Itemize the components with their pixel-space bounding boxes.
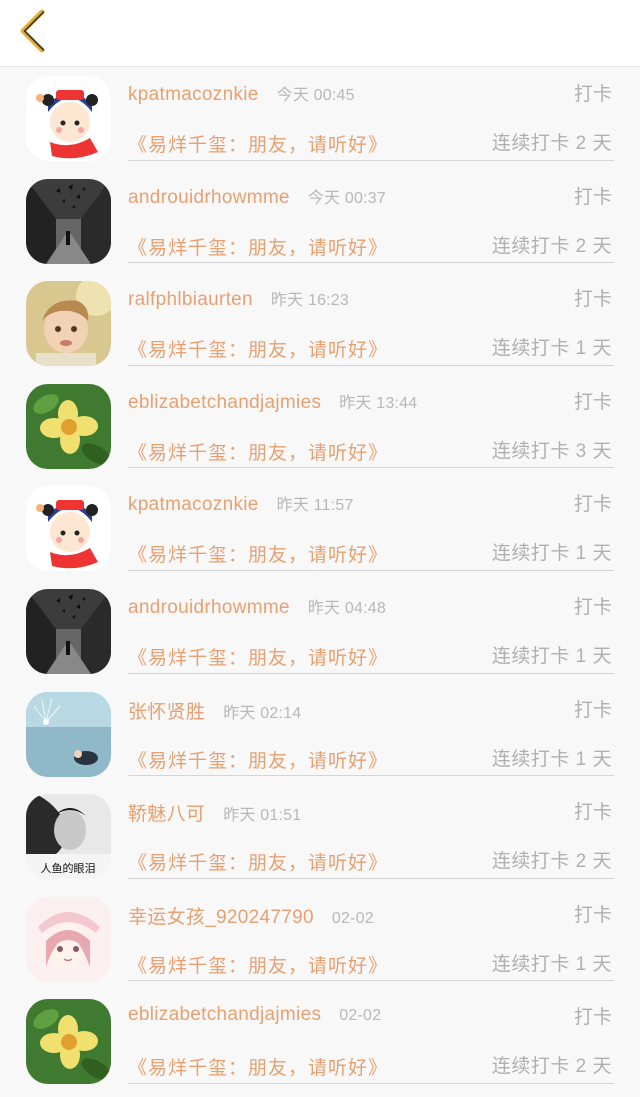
- nav-bar: [0, 0, 640, 67]
- list-item[interactable]: 人鱼的眼泪 鞒魅八可 昨天 01:51 打卡 《易烊千玺：朋友，请听好》 连续打卡…: [0, 785, 640, 888]
- user-name-text: 张怀贤胜: [128, 701, 206, 723]
- row-divider: [128, 159, 614, 161]
- streak-label: 连续打卡 1 天: [491, 953, 612, 975]
- row-divider: [128, 1082, 614, 1084]
- avatar[interactable]: [26, 76, 111, 161]
- checkin-time: 昨天 13:44: [339, 394, 418, 412]
- checkin-time: 02-02: [331, 909, 374, 927]
- streak-label: 连续打卡 2 天: [491, 1056, 612, 1078]
- avatar[interactable]: [26, 999, 111, 1085]
- checkin-button[interactable]: 打卡: [574, 182, 612, 209]
- row-divider: [128, 980, 614, 982]
- checkin-button[interactable]: 打卡: [574, 797, 612, 824]
- user-name-text: 鞒魅八可: [128, 804, 206, 826]
- user-name[interactable]: kpatmacoznkie 今天 00:45: [128, 81, 355, 106]
- list-item[interactable]: kpatmacoznkie 昨天 11:57 打卡 《易烊千玺：朋友，请听好》 连…: [0, 477, 640, 580]
- streak-label: 连续打卡 1 天: [491, 338, 612, 360]
- avatar[interactable]: [26, 896, 111, 982]
- checkin-time: 昨天 04:48: [307, 599, 386, 617]
- row-divider: [128, 364, 614, 366]
- streak-label: 连续打卡 2 天: [491, 851, 612, 873]
- user-name-text: 幸运女孩_920247790: [128, 906, 314, 928]
- avatar[interactable]: [26, 383, 111, 469]
- checkin-button[interactable]: 打卡: [574, 387, 612, 414]
- checkin-button[interactable]: 打卡: [574, 79, 612, 106]
- checkin-button[interactable]: 打卡: [574, 900, 612, 927]
- user-name-text: eblizabetchandjajmies: [128, 1004, 322, 1026]
- user-name-text: androuidrhowmme: [128, 186, 290, 208]
- checkin-list: kpatmacoznkie 今天 00:45 打卡 《易烊千玺：朋友，请听好》 连…: [0, 67, 640, 1093]
- checkin-time: 昨天 16:23: [270, 292, 350, 310]
- checkin-button[interactable]: 打卡: [574, 284, 612, 311]
- streak-label: 连续打卡 1 天: [491, 748, 612, 770]
- streak-label: 连续打卡 2 天: [491, 235, 612, 257]
- checkin-time: 昨天 01:51: [223, 807, 302, 825]
- back-button[interactable]: [10, 4, 58, 56]
- row-divider: [128, 877, 614, 879]
- book-title[interactable]: 《易烊千玺：朋友，请听好》: [128, 746, 388, 773]
- avatar[interactable]: 人鱼的眼泪: [26, 794, 111, 880]
- user-name[interactable]: 张怀贤胜 昨天 02:14: [128, 697, 301, 724]
- list-item[interactable]: androuidrhowmme 昨天 04:48 打卡 《易烊千玺：朋友，请听好》…: [0, 580, 640, 683]
- streak-label: 连续打卡 2 天: [491, 133, 612, 154]
- streak-label: 连续打卡 3 天: [491, 440, 612, 462]
- avatar[interactable]: [26, 178, 111, 264]
- list-item[interactable]: 幸运女孩_920247790 02-02 打卡 《易烊千玺：朋友，请听好》 连续打…: [0, 888, 640, 991]
- user-name-text: kpatmacoznkie: [128, 84, 259, 105]
- user-name-text: eblizabetchandjajmies: [128, 391, 322, 413]
- list-item[interactable]: kpatmacoznkie 今天 00:45 打卡 《易烊千玺：朋友，请听好》 连…: [0, 67, 640, 170]
- list-item[interactable]: ralfphlbiaurten 昨天 16:23 打卡 《易烊千玺：朋友，请听好》…: [0, 272, 640, 375]
- book-title[interactable]: 《易烊千玺：朋友，请听好》: [128, 540, 388, 567]
- book-title[interactable]: 《易烊千玺：朋友，请听好》: [128, 233, 388, 260]
- user-name[interactable]: eblizabetchandjajmies 昨天 13:44: [128, 389, 417, 414]
- book-title[interactable]: 《易烊千玺：朋友，请听好》: [128, 1053, 388, 1080]
- list-item[interactable]: 张怀贤胜 昨天 02:14 打卡 《易烊千玺：朋友，请听好》 连续打卡 1 天: [0, 683, 640, 786]
- checkin-time: 今天 00:45: [276, 87, 355, 104]
- user-name[interactable]: kpatmacoznkie 昨天 11:57: [128, 491, 354, 516]
- user-name[interactable]: ralfphlbiaurten 昨天 16:23: [128, 286, 349, 311]
- avatar[interactable]: [26, 691, 111, 777]
- user-name[interactable]: eblizabetchandjajmies 02-02: [128, 1004, 381, 1026]
- avatar[interactable]: [26, 588, 111, 674]
- checkin-button[interactable]: 打卡: [574, 592, 612, 619]
- checkin-button[interactable]: 打卡: [574, 489, 612, 516]
- user-name-text: ralfphlbiaurten: [128, 289, 253, 311]
- row-divider: [128, 775, 614, 777]
- book-title[interactable]: 《易烊千玺：朋友，请听好》: [128, 335, 388, 362]
- user-name[interactable]: 幸运女孩_920247790 02-02: [128, 902, 374, 929]
- row-divider: [128, 262, 614, 264]
- checkin-button[interactable]: 打卡: [574, 1002, 612, 1029]
- user-name[interactable]: androuidrhowmme 昨天 04:48: [128, 594, 386, 619]
- checkin-time: 昨天 11:57: [276, 497, 354, 515]
- list-item[interactable]: androuidrhowmme 今天 00:37 打卡 《易烊千玺：朋友，请听好》…: [0, 170, 640, 273]
- avatar-caption: 人鱼的眼泪: [41, 861, 96, 875]
- row-divider: [128, 569, 614, 571]
- list-item[interactable]: eblizabetchandjajmies 昨天 13:44 打卡 《易烊千玺：朋…: [0, 375, 640, 478]
- checkin-button[interactable]: 打卡: [574, 695, 612, 722]
- book-title[interactable]: 《易烊千玺：朋友，请听好》: [128, 951, 388, 978]
- user-name-text: kpatmacoznkie: [128, 494, 259, 516]
- checkin-time: 今天 00:37: [307, 189, 386, 207]
- book-title[interactable]: 《易烊千玺：朋友，请听好》: [128, 848, 388, 875]
- chevron-left-icon: [20, 9, 45, 53]
- user-name[interactable]: 鞒魅八可 昨天 01:51: [128, 799, 301, 826]
- checkin-time: 02-02: [339, 1007, 382, 1025]
- checkin-time: 昨天 02:14: [223, 704, 302, 722]
- list-item[interactable]: eblizabetchandjajmies 02-02 打卡 《易烊千玺：朋友，请…: [0, 990, 640, 1093]
- avatar[interactable]: [26, 486, 111, 572]
- book-title[interactable]: 《易烊千玺：朋友，请听好》: [128, 130, 388, 157]
- row-divider: [128, 672, 614, 674]
- user-name-text: androuidrhowmme: [128, 596, 290, 618]
- user-name[interactable]: androuidrhowmme 今天 00:37: [128, 184, 386, 209]
- book-title[interactable]: 《易烊千玺：朋友，请听好》: [128, 438, 388, 465]
- streak-label: 连续打卡 1 天: [491, 543, 612, 565]
- avatar[interactable]: [26, 281, 111, 367]
- row-divider: [128, 467, 614, 469]
- book-title[interactable]: 《易烊千玺：朋友，请听好》: [128, 643, 388, 670]
- streak-label: 连续打卡 1 天: [491, 645, 612, 667]
